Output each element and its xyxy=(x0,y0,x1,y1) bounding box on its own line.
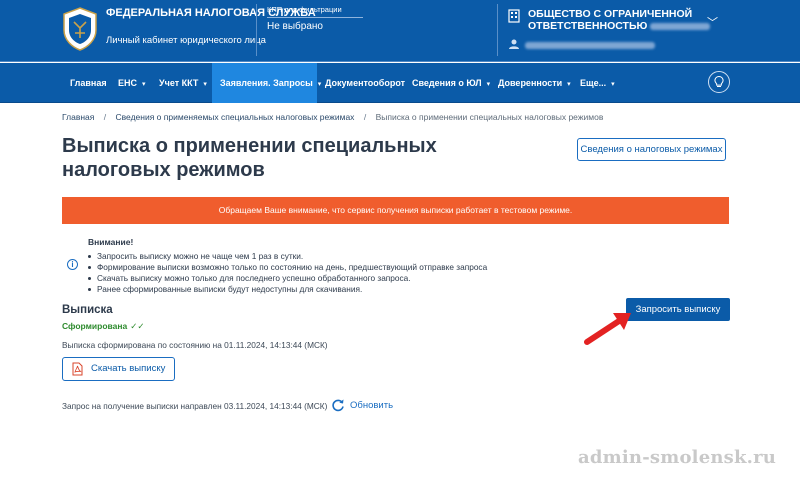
request-sent-info: Запрос на получение выписки направлен 03… xyxy=(62,401,328,411)
nav-item-powers-of-attorney[interactable]: Доверенности ▾ xyxy=(498,63,571,103)
test-mode-notice: Обращаем Ваше внимание, что сервис получ… xyxy=(62,197,729,224)
list-item: Формирование выписки возможно только по … xyxy=(88,262,487,273)
watermark: admin-smolensk.ru xyxy=(578,447,777,468)
red-arrow-pointer xyxy=(584,313,631,345)
kpp-filter[interactable]: КПП для фильтрации Не выбрано xyxy=(256,4,496,56)
nav-item-kkt[interactable]: Учет ККТ ▾ xyxy=(159,63,207,103)
warning-list: Запросить выписку можно не чаще чем 1 ра… xyxy=(88,251,487,295)
caret-down-icon: ▾ xyxy=(203,81,207,88)
nav-item-ens[interactable]: ЕНС ▾ xyxy=(118,63,146,103)
nav-item-applications[interactable]: Заявления. Запросы ▾ xyxy=(212,63,321,103)
tax-regimes-info-button[interactable]: Сведения о налоговых режимах xyxy=(577,138,726,161)
breadcrumb-separator: / xyxy=(103,112,107,122)
double-check-icon: ✓✓ xyxy=(130,321,145,331)
warning-title: Внимание! xyxy=(88,237,134,247)
company-name-blurred xyxy=(650,22,711,30)
kpp-underline xyxy=(267,17,363,18)
list-item: Ранее сформированные выписки будут недос… xyxy=(88,284,487,295)
refresh-icon[interactable] xyxy=(331,398,345,412)
extract-section-title: Выписка xyxy=(62,304,113,316)
refresh-link[interactable]: Обновить xyxy=(350,400,393,411)
nav-item-ul-info[interactable]: Сведения о ЮЛ ▾ xyxy=(412,63,490,103)
pdf-file-icon xyxy=(72,362,83,376)
info-icon: i xyxy=(67,259,78,270)
building-icon xyxy=(508,9,520,23)
nav-item-home[interactable]: Главная xyxy=(70,63,107,103)
request-extract-button[interactable]: Запросить выписку xyxy=(626,298,730,321)
extract-formed-info: Выписка сформирована по состоянию на 01.… xyxy=(62,340,328,350)
chevron-down-icon[interactable]: ﹀ xyxy=(707,14,718,30)
kpp-label: КПП для фильтрации xyxy=(267,5,342,14)
nav-item-docflow[interactable]: Документооборот xyxy=(325,63,405,103)
caret-down-icon: ▾ xyxy=(486,81,491,88)
top-header: ФЕДЕРАЛЬНАЯ НАЛОГОВАЯ СЛУЖБА Личный каби… xyxy=(0,0,800,62)
breadcrumb: Главная / Сведения о применяемых специал… xyxy=(62,112,603,122)
breadcrumb-current: Выписка о применении специальных налогов… xyxy=(375,112,604,122)
status-badge: Сформирована ✓✓ xyxy=(62,321,145,331)
nav-item-more[interactable]: Еще... ▾ xyxy=(580,63,615,103)
org-subtitle: Личный кабинет юридического лица xyxy=(106,35,266,46)
kpp-value: Не выбрано xyxy=(267,21,323,32)
company-selector[interactable]: ОБЩЕСТВО С ОГРАНИЧЕННОЙ ОТВЕТСТВЕННОСТЬЮ… xyxy=(497,4,800,56)
fns-emblem-icon[interactable] xyxy=(60,6,100,52)
list-item: Скачать выписку можно только для последн… xyxy=(88,273,487,284)
caret-down-icon: ▾ xyxy=(567,81,571,88)
caret-down-icon: ▾ xyxy=(142,81,146,88)
company-name: ОБЩЕСТВО С ОГРАНИЧЕННОЙ ОТВЕТСТВЕННОСТЬЮ xyxy=(528,8,728,32)
breadcrumb-home[interactable]: Главная xyxy=(62,112,94,122)
breadcrumb-section[interactable]: Сведения о применяемых специальных налог… xyxy=(115,112,354,122)
caret-down-icon: ▾ xyxy=(317,81,322,88)
caret-down-icon: ▾ xyxy=(611,81,615,88)
list-item: Запросить выписку можно не чаще чем 1 ра… xyxy=(88,251,487,262)
download-button-label: Скачать выписку xyxy=(91,363,166,374)
lightbulb-icon[interactable] xyxy=(708,71,730,93)
user-icon xyxy=(509,39,519,49)
main-nav: Главная ЕНС ▾ Учет ККТ ▾ Заявления. Запрос… xyxy=(0,63,800,103)
breadcrumb-separator: / xyxy=(363,112,367,122)
page-title: Выписка о применении специальных налогов… xyxy=(62,135,437,181)
user-name-blurred xyxy=(525,42,655,49)
download-extract-button[interactable]: Скачать выписку xyxy=(62,357,175,381)
